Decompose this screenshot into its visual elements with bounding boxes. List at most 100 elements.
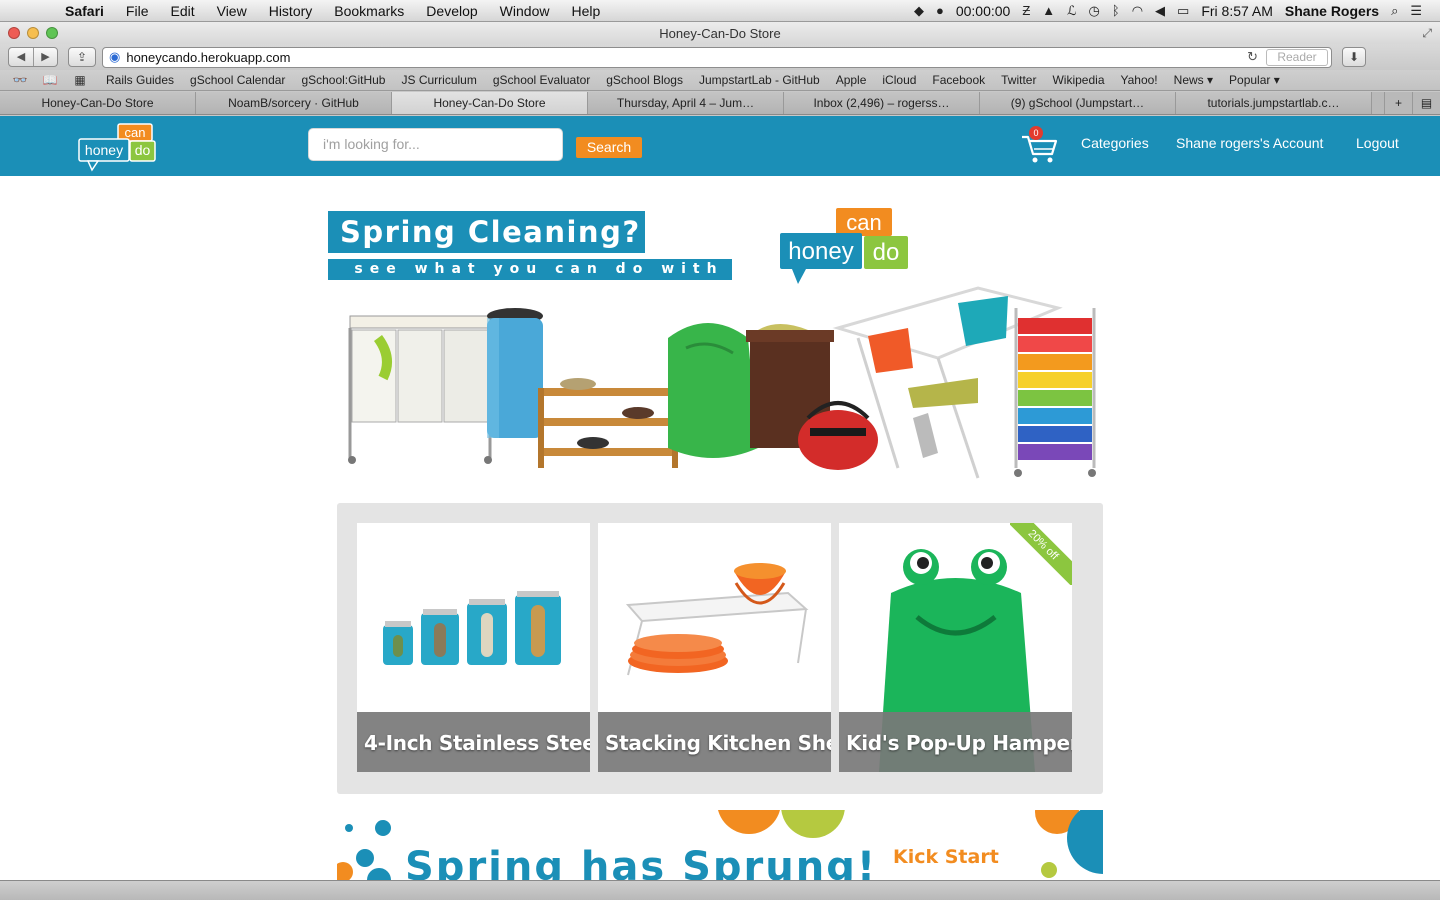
- new-tab-button[interactable]: +: [1384, 92, 1412, 114]
- reload-icon[interactable]: ↻: [1247, 49, 1258, 65]
- dropbox-icon[interactable]: ◆: [914, 3, 924, 19]
- discount-badge: 20% off: [1010, 523, 1072, 585]
- menu-view[interactable]: View: [206, 3, 258, 19]
- bookmark-item[interactable]: Rails Guides: [98, 73, 182, 87]
- menu-bookmarks[interactable]: Bookmarks: [323, 3, 415, 19]
- bookmark-folder-popular[interactable]: Popular ▾: [1221, 73, 1288, 87]
- bookmark-folder-news[interactable]: News ▾: [1166, 73, 1221, 87]
- bookmark-item[interactable]: Yahoo!: [1113, 73, 1166, 87]
- notification-center-icon[interactable]: ☰: [1410, 3, 1422, 19]
- product-caption[interactable]: 4-Inch Stainless Stee: [357, 712, 590, 772]
- menu-develop[interactable]: Develop: [415, 3, 488, 19]
- reader-button[interactable]: Reader: [1266, 48, 1328, 66]
- nav-categories-link[interactable]: Categories: [1081, 135, 1149, 151]
- menu-file[interactable]: File: [115, 3, 160, 19]
- search-button[interactable]: Search: [576, 137, 642, 158]
- downloads-button[interactable]: ⬇: [1342, 47, 1366, 67]
- volume-icon[interactable]: ◀: [1155, 3, 1165, 19]
- bookmark-item[interactable]: gSchool:GitHub: [293, 73, 393, 87]
- product-caption[interactable]: Stacking Kitchen Shel: [598, 712, 831, 772]
- bookmark-item[interactable]: gSchool Evaluator: [485, 73, 598, 87]
- product-caption[interactable]: Kid's Pop-Up Hamper,: [839, 712, 1072, 772]
- honey-can-do-logo[interactable]: can honey do: [78, 122, 158, 172]
- window-controls: [8, 27, 58, 39]
- user-name[interactable]: Shane Rogers: [1285, 3, 1379, 19]
- logo-honey-text: honey: [85, 142, 123, 158]
- nav-logout-link[interactable]: Logout: [1356, 135, 1399, 151]
- bookmark-item[interactable]: Wikipedia: [1044, 73, 1112, 87]
- hero-title: Spring Cleaning?: [328, 211, 645, 253]
- window-title: Honey-Can-Do Store: [659, 25, 781, 41]
- fullscreen-icon[interactable]: ⤢: [1422, 26, 1432, 41]
- green-laundry-bag-image: [668, 323, 758, 458]
- search-input[interactable]: i'm looking for...: [308, 128, 563, 161]
- nav-account-link[interactable]: Shane rogers's Account: [1176, 135, 1323, 151]
- spring-promo-banner[interactable]: Spring has Sprung! Kick Start: [337, 810, 1103, 880]
- browser-tab-active[interactable]: Honey-Can-Do Store: [392, 92, 588, 114]
- browser-tab[interactable]: Honey-Can-Do Store: [0, 92, 196, 114]
- minimize-window-button[interactable]: [27, 27, 39, 39]
- hat-icon[interactable]: ▲: [1042, 3, 1055, 18]
- menu-history[interactable]: History: [258, 3, 324, 19]
- back-button[interactable]: ◀: [9, 48, 33, 66]
- bookmark-item[interactable]: Apple: [828, 73, 875, 87]
- step-trash-can-image: [487, 308, 543, 438]
- browser-tab[interactable]: Inbox (2,496) – rogerss…: [784, 92, 980, 114]
- spring-headline: Spring has Sprung!: [405, 844, 878, 880]
- menu-edit[interactable]: Edit: [159, 3, 205, 19]
- tab-overview-button[interactable]: ▤: [1412, 92, 1440, 114]
- bookmark-item[interactable]: gSchool Calendar: [182, 73, 293, 87]
- hero-products-image: [348, 286, 1096, 479]
- url-text[interactable]: honeycando.herokuapp.com: [126, 50, 290, 65]
- menu-window[interactable]: Window: [489, 3, 561, 19]
- spotlight-icon[interactable]: ⌕: [1391, 3, 1398, 19]
- site-header: can honey do i'm looking for... Search 0…: [0, 116, 1440, 176]
- zoom-window-button[interactable]: [46, 27, 58, 39]
- bookmark-item[interactable]: JS Curriculum: [393, 73, 484, 87]
- bamboo-shoe-shelf-image: [538, 378, 678, 468]
- bookmark-item[interactable]: gSchool Blogs: [598, 73, 691, 87]
- macos-menu-bar: Safari File Edit View History Bookmarks …: [0, 0, 1440, 22]
- logo-can-text: can: [125, 125, 146, 140]
- logo-do-text: do: [135, 142, 151, 158]
- bookmark-item[interactable]: iCloud: [874, 73, 924, 87]
- share-button[interactable]: ⇪: [68, 47, 96, 67]
- battery-icon[interactable]: ▭: [1177, 3, 1189, 19]
- script-l-icon[interactable]: ℒ: [1067, 3, 1076, 19]
- menu-extras: ◆ ● 00:00:00 Ƶ ▲ ℒ ◷ ᛒ ◠ ◀ ▭ Fri 8:57 AM…: [914, 3, 1440, 19]
- browser-tab[interactable]: Thursday, April 4 – Jum…: [588, 92, 784, 114]
- clock[interactable]: Fri 8:57 AM: [1201, 3, 1273, 19]
- menu-help[interactable]: Help: [560, 3, 611, 19]
- web-page: can honey do i'm looking for... Search 0…: [0, 116, 1440, 880]
- bluetooth-icon[interactable]: ᛒ: [1112, 3, 1120, 18]
- cart-count-badge[interactable]: 0: [1029, 126, 1043, 140]
- bookmarks-book-icon[interactable]: 📖: [40, 73, 60, 87]
- browser-tab[interactable]: tutorials.jumpstartlab.c…: [1176, 92, 1372, 114]
- wifi-icon[interactable]: ◠: [1132, 3, 1143, 19]
- bookmark-item[interactable]: Facebook: [924, 73, 993, 87]
- window-bottom-bar: [0, 880, 1440, 900]
- browser-tab[interactable]: (9) gSchool (Jumpstart…: [980, 92, 1176, 114]
- site-favicon-icon: ◉: [109, 49, 121, 64]
- product-card[interactable]: Stacking Kitchen Shel: [598, 523, 831, 772]
- discount-ribbon: 20% off: [1010, 523, 1072, 585]
- browser-tab[interactable]: NoamB/sorcery · GitHub: [196, 92, 392, 114]
- product-card[interactable]: 20% off Kid's Pop-Up Hamper,: [839, 523, 1072, 772]
- globe-status-icon[interactable]: ●: [936, 3, 944, 18]
- kick-start-text: Kick Start: [893, 846, 999, 868]
- timer-readout[interactable]: 00:00:00: [956, 3, 1011, 19]
- hero-banner[interactable]: Spring Cleaning? see what you can do wit…: [328, 206, 1103, 496]
- menu-safari[interactable]: Safari: [54, 3, 115, 19]
- laundry-sorter-image: [348, 315, 493, 464]
- product-card[interactable]: 4-Inch Stainless Stee: [357, 523, 590, 772]
- top-sites-grid-icon[interactable]: ▦: [70, 73, 90, 87]
- reading-list-icon[interactable]: 👓: [10, 73, 30, 87]
- bookmark-item[interactable]: Twitter: [993, 73, 1044, 87]
- address-bar[interactable]: ◉ honeycando.herokuapp.com ↻ Reader: [102, 46, 1332, 68]
- hero-logo-can-text: can: [846, 210, 881, 235]
- forward-button[interactable]: ▶: [33, 48, 57, 66]
- bookmark-item[interactable]: JumpstartLab - GitHub: [691, 73, 828, 87]
- close-window-button[interactable]: [8, 27, 20, 39]
- sync-icon[interactable]: Ƶ: [1022, 3, 1030, 18]
- time-machine-icon[interactable]: ◷: [1089, 3, 1100, 19]
